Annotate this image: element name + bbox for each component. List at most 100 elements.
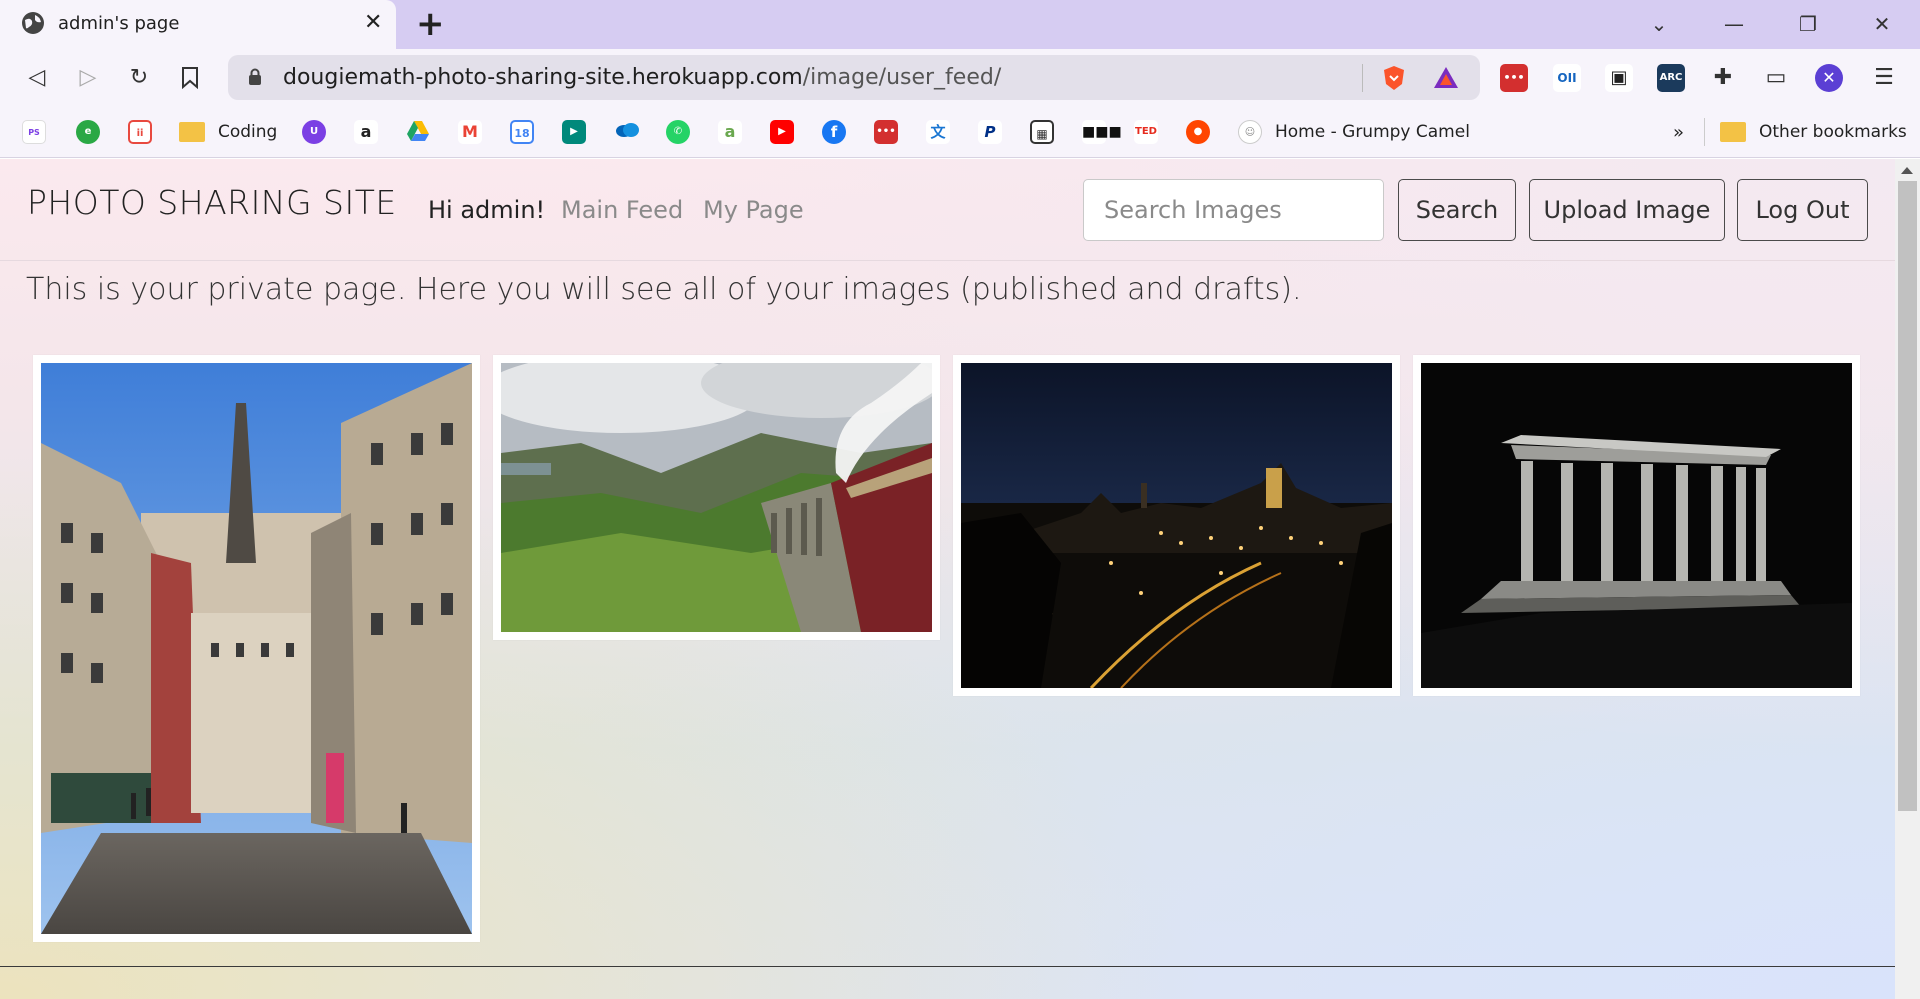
arc-extension-icon[interactable]: ARC xyxy=(1657,64,1685,92)
image-card[interactable] xyxy=(493,355,940,640)
gmail-icon: M xyxy=(458,120,482,144)
tab-search-icon[interactable]: ⌄ xyxy=(1634,0,1684,49)
bookmark-more[interactable]: ■■■ xyxy=(1082,119,1122,145)
bookmark-youtube[interactable]: ▶ xyxy=(770,119,794,145)
bookmark-onedrive[interactable] xyxy=(614,119,639,145)
bookmarks-overflow-button[interactable]: » xyxy=(1673,119,1684,145)
red-extension-icon[interactable]: ••• xyxy=(1500,64,1528,92)
footer-divider xyxy=(0,966,1895,967)
close-tab-icon[interactable]: ✕ xyxy=(364,10,382,36)
log-out-button[interactable]: Log Out xyxy=(1737,179,1868,241)
bookmark-translate[interactable]: 文 xyxy=(926,119,950,145)
greeting-text: Hi admin! xyxy=(428,196,546,224)
bookmark-paypal[interactable]: P xyxy=(978,119,1002,145)
new-tab-button[interactable]: + xyxy=(416,6,445,42)
address-bar[interactable]: dougiemath-photo-sharing-site.herokuapp.… xyxy=(228,55,1480,100)
amazon-icon: a xyxy=(354,120,378,144)
browser-toolbar: ◁ ▷ ↻ dougiemath-photo-sharing-site.hero… xyxy=(0,49,1920,106)
dots-icon: ••• xyxy=(874,120,898,144)
extensions-puzzle-icon[interactable]: ✚ xyxy=(1709,64,1737,92)
bookmark-grumpy-camel[interactable]: ☺ Home - Grumpy Camel xyxy=(1238,119,1470,145)
bookmark-reddit[interactable]: ● xyxy=(1186,119,1210,145)
minimize-button[interactable]: — xyxy=(1709,0,1759,49)
bookmark-folder-coding[interactable]: Coding xyxy=(179,119,277,145)
nav-my-page[interactable]: My Page xyxy=(703,196,804,224)
bookmark-qr[interactable]: ▦ xyxy=(1030,119,1054,145)
scroll-up-arrow-icon[interactable] xyxy=(1901,167,1913,174)
omnibox-separator xyxy=(1362,64,1363,92)
bookmark-drive[interactable] xyxy=(406,119,430,145)
bookmark-plain-spelling[interactable]: PS xyxy=(22,119,46,145)
brave-shields-icon[interactable] xyxy=(1380,64,1408,92)
search-input[interactable] xyxy=(1083,179,1384,241)
drive-icon xyxy=(406,120,430,144)
tab-title: admin's page xyxy=(58,13,180,34)
globe-icon xyxy=(22,12,44,34)
image-card[interactable] xyxy=(33,355,480,942)
picture-in-picture-icon[interactable]: ▣ xyxy=(1605,64,1633,92)
bookmarks-bar: PS e ii Coding U a M 18 ▶ ✆ a ▶ f ••• 文 … xyxy=(0,106,1920,158)
edinburgh-street-photo xyxy=(41,363,472,934)
forward-button[interactable]: ▷ xyxy=(73,63,103,93)
nav-main-feed[interactable]: Main Feed xyxy=(561,196,683,224)
e-icon: e xyxy=(76,120,100,144)
close-window-button[interactable]: ✕ xyxy=(1857,0,1907,49)
intro-text: This is your private page. Here you will… xyxy=(26,272,1302,307)
profile-avatar[interactable]: ✕ xyxy=(1815,64,1843,92)
national-monument-night-photo xyxy=(1421,363,1852,688)
back-button[interactable]: ◁ xyxy=(22,63,52,93)
bookmark-gmail[interactable]: M xyxy=(458,119,482,145)
bookmark-facebook[interactable]: f xyxy=(822,119,846,145)
site-brand[interactable]: PHOTO SHARING SITE xyxy=(27,183,397,222)
url-text: dougiemath-photo-sharing-site.herokuapp.… xyxy=(283,65,1002,90)
bookmark-ted[interactable]: TED xyxy=(1134,119,1158,145)
bookmark-folder-other[interactable]: Other bookmarks xyxy=(1720,119,1907,145)
scrollbar-thumb[interactable] xyxy=(1898,181,1917,811)
translate-icon: 文 xyxy=(926,120,950,144)
image-card[interactable] xyxy=(1413,355,1860,696)
whatsapp-icon: ✆ xyxy=(666,120,690,144)
city-night-skyline-photo xyxy=(961,363,1392,688)
upload-image-button[interactable]: Upload Image xyxy=(1529,179,1725,241)
bookmarks-divider xyxy=(1704,118,1705,146)
bookmark-amazon[interactable]: a xyxy=(354,119,378,145)
bookmark-u[interactable]: U xyxy=(302,119,326,145)
wallet-icon[interactable]: ▭ xyxy=(1762,64,1790,92)
youtube-icon: ▶ xyxy=(770,120,794,144)
brave-rewards-icon[interactable] xyxy=(1432,64,1460,92)
page-viewport: PHOTO SHARING SITE Hi admin! Main Feed M… xyxy=(0,159,1895,999)
cloud-icon xyxy=(614,120,639,144)
facebook-icon: f xyxy=(822,120,846,144)
ps-icon: PS xyxy=(22,120,46,144)
tab-strip: admin's page ✕ + ⌄ — ❐ ✕ xyxy=(0,0,1920,49)
ted-icon: TED xyxy=(1134,120,1158,144)
bookmark-whatsapp[interactable]: ✆ xyxy=(666,119,690,145)
bookmark-icon[interactable] xyxy=(175,63,205,93)
bookmark-e[interactable]: e xyxy=(76,119,100,145)
bookmark-ii[interactable]: ii xyxy=(128,119,152,145)
reload-button[interactable]: ↻ xyxy=(124,63,154,93)
camel-icon: ☺ xyxy=(1238,120,1262,144)
site-navbar: PHOTO SHARING SITE Hi admin! Main Feed M… xyxy=(0,159,1895,261)
search-button[interactable]: Search xyxy=(1398,179,1516,241)
folder-icon xyxy=(179,122,205,142)
meet-icon: ▶ xyxy=(562,120,586,144)
menu-icon[interactable]: ☰ xyxy=(1870,64,1898,92)
qr-icon: ▦ xyxy=(1030,120,1054,144)
u-icon: U xyxy=(302,120,326,144)
a-icon: a xyxy=(718,120,742,144)
calendar-icon: 18 xyxy=(510,120,534,144)
bookmark-a[interactable]: a xyxy=(718,119,742,145)
lock-icon xyxy=(249,68,261,85)
bookmark-meet[interactable]: ▶ xyxy=(562,119,586,145)
bookmark-calendar[interactable]: 18 xyxy=(510,119,534,145)
page-scrollbar[interactable] xyxy=(1895,159,1920,999)
oii-extension-icon[interactable]: OII xyxy=(1553,64,1581,92)
restore-button[interactable]: ❐ xyxy=(1783,0,1833,49)
reddit-icon: ● xyxy=(1186,120,1210,144)
active-tab[interactable]: admin's page ✕ xyxy=(0,0,396,49)
bookmark-red-dots[interactable]: ••• xyxy=(874,119,898,145)
folder-icon xyxy=(1720,122,1746,142)
more-icon: ■■■ xyxy=(1082,120,1122,144)
image-card[interactable] xyxy=(953,355,1400,696)
